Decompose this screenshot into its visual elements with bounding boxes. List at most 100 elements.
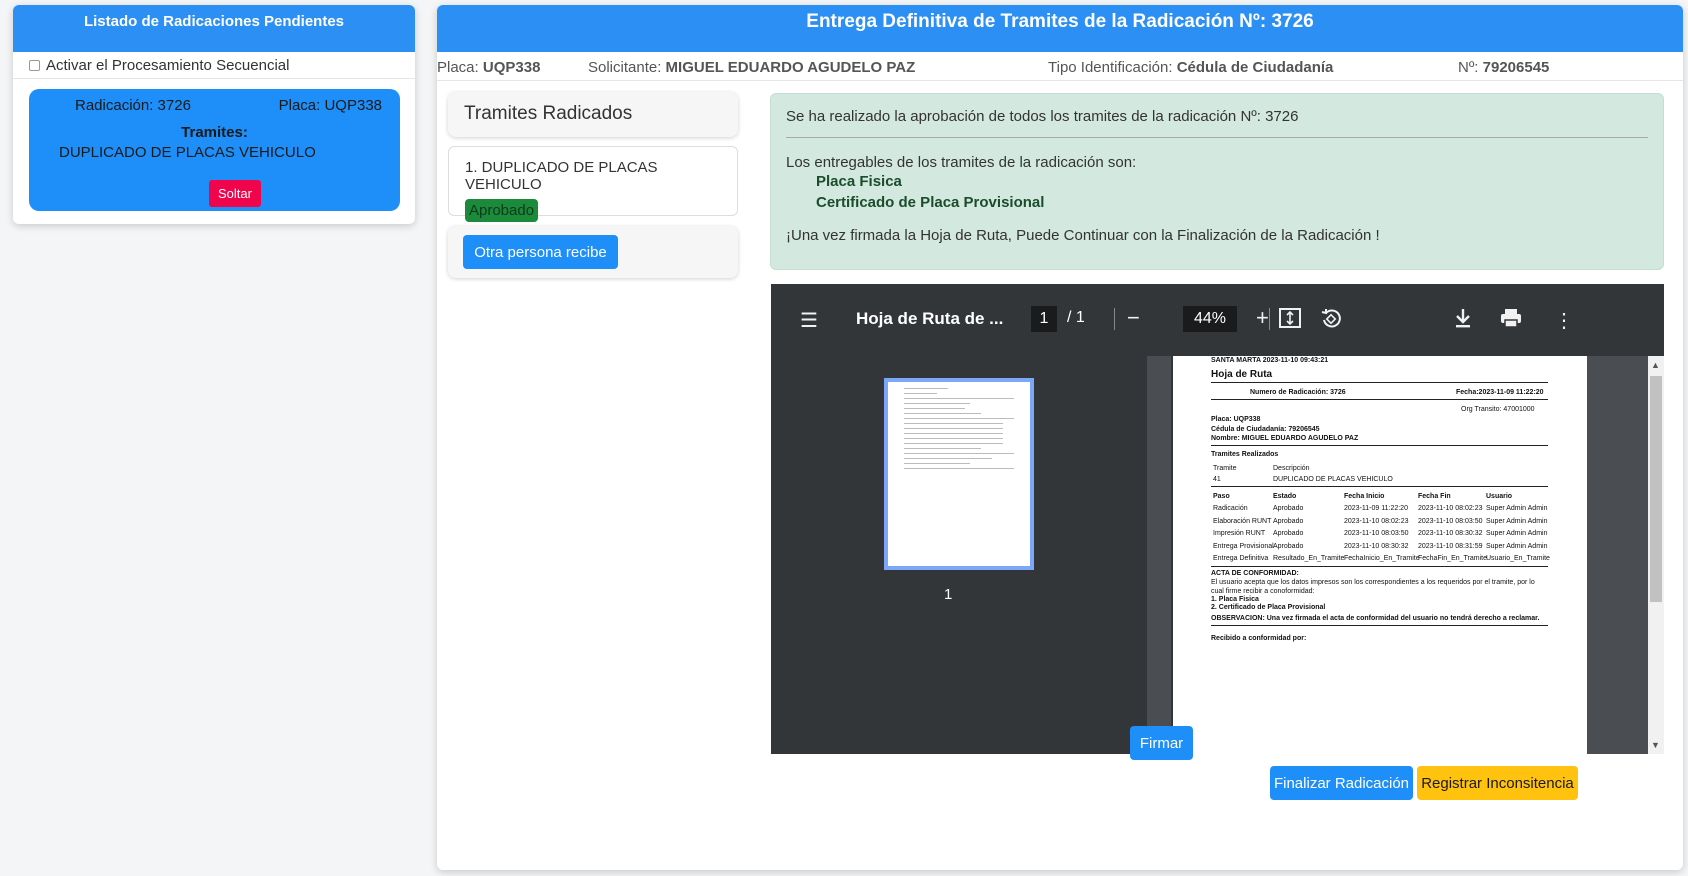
doc-recibido: Recibido a conformidad por:: [1211, 635, 1307, 642]
doc-table-cell: 2023-11-10 08:02:23: [1418, 505, 1483, 512]
doc-table-cell: Resultado_En_Tramite: [1273, 555, 1345, 563]
doc-tramites-realizados: Tramites Realizados: [1211, 451, 1279, 458]
doc-table-cell: 2023-11-10 08:30:32: [1344, 542, 1409, 550]
page-thumbnail[interactable]: [884, 378, 1034, 570]
alert-approval-text: Se ha realizado la aprobación de todos l…: [786, 108, 1299, 125]
pdf-viewer: ☰ Hoja de Ruta de ... 1 / 1 − 44% + ⋮ 1 …: [771, 284, 1664, 754]
doc-th-desc: Descripción: [1273, 465, 1310, 472]
doc-table-cell: Radicación: [1213, 505, 1248, 512]
tramite-list-item: 1. DUPLICADO DE PLACAS VEHICULO Aprobado: [448, 146, 738, 222]
doc-acta1: El usuario acepta que los datos impresos…: [1211, 579, 1535, 586]
doc-table-cell: Aprobado: [1273, 517, 1304, 525]
toolbar-separator: [1269, 308, 1270, 330]
firmar-button[interactable]: Firmar: [1130, 726, 1193, 760]
doc-org: Org Transito: 47001000: [1461, 406, 1535, 413]
toolbar-separator: [1114, 308, 1115, 330]
tramites-radicados-header: Tramites Radicados: [448, 92, 738, 137]
scroll-up-icon[interactable]: ▲: [1651, 360, 1660, 370]
download-icon[interactable]: [1454, 308, 1472, 334]
doc-observacion: OBSERVACION: Una vez firmada el acta de …: [1211, 615, 1540, 622]
doc-acta2: cual firme recibir a conoformidad:: [1211, 588, 1315, 595]
doc-th-tramite: Tramite: [1213, 465, 1237, 472]
doc-table-cell: Aprobado: [1273, 505, 1304, 512]
doc-table-cell: 2023-11-10 08:03:50: [1344, 530, 1409, 538]
doc-acta4: 2. Certificado de Placa Provisional: [1211, 604, 1326, 611]
doc-tr-desc: DUPLICADO DE PLACAS VEHICULO: [1273, 476, 1393, 483]
doc-col-header: Paso: [1213, 493, 1230, 500]
doc-cedula: Cédula de Ciudadanía: 79206545: [1211, 426, 1320, 433]
alert-deliverables-text: Los entregables de los tramites de la ra…: [786, 154, 1137, 171]
doc-table-cell: Aprobado: [1273, 530, 1304, 538]
doc-header: SANTA MARTA 2023-11-10 09:43:21: [1211, 357, 1329, 364]
doc-table-cell: Elaboración RUNT: [1213, 517, 1272, 525]
pending-list-panel: Listado de Radicaciones Pendientes Activ…: [13, 5, 415, 224]
doc-table-cell: Super Admin Admin: [1486, 542, 1548, 550]
pdf-page: SANTA MARTA 2023-11-10 09:43:21 Hoja de …: [1173, 356, 1587, 754]
doc-fecha: Fecha:2023-11-09 11:22:20: [1456, 389, 1544, 396]
pdf-toolbar: ☰ Hoja de Ruta de ... 1 / 1 − 44% + ⋮: [771, 284, 1664, 356]
registrar-inconsistencia-button[interactable]: Registrar Inconsitencia: [1417, 766, 1578, 800]
doc-table-cell: Super Admin Admin: [1486, 517, 1548, 525]
card-tramites-label: Tramites:: [181, 124, 248, 141]
doc-table-cell: 2023-11-09 11:22:20: [1344, 505, 1408, 512]
doc-num-rad: Numero de Radicación: 3726: [1250, 389, 1346, 396]
card-radicacion: Radicación: 3726: [75, 97, 191, 114]
sequential-label: Activar el Procesamiento Secuencial: [46, 56, 290, 74]
pdf-thumbnail-sidebar: 1: [771, 356, 1147, 754]
doc-table-cell: Aprobado: [1273, 542, 1304, 550]
alert-divider: [786, 137, 1648, 138]
scrollbar-thumb[interactable]: [1650, 376, 1662, 602]
card-tramite: DUPLICADO DE PLACAS VEHICULO: [59, 144, 316, 161]
page-number-input[interactable]: 1: [1031, 306, 1057, 332]
page-total: / 1: [1067, 309, 1085, 326]
doc-table-cell: Super Admin Admin: [1486, 505, 1548, 512]
doc-table-cell: 2023-11-10 08:02:23: [1344, 517, 1409, 525]
doc-table-cell: Entrega Definitiva: [1213, 555, 1269, 563]
zoom-in-icon[interactable]: +: [1256, 305, 1269, 331]
doc-table-cell: 2023-11-10 08:30:32: [1418, 530, 1483, 538]
scroll-down-icon[interactable]: ▼: [1651, 740, 1660, 750]
status-badge: Aprobado: [465, 199, 539, 222]
deliverable-placa-fisica: Placa Fisica: [816, 173, 902, 190]
otra-persona-container: Otra persona recibe: [448, 226, 738, 278]
doc-tr-code: 41: [1213, 476, 1221, 483]
doc-title: Hoja de Ruta: [1211, 369, 1273, 380]
more-options-icon[interactable]: ⋮: [1554, 308, 1574, 333]
approval-alert: Se ha realizado la aprobación de todos l…: [770, 93, 1664, 270]
pdf-title: Hoja de Ruta de ...: [856, 309, 1004, 328]
doc-col-header: Fecha Fin: [1418, 493, 1451, 500]
doc-table-cell: Super Admin Admin: [1486, 530, 1548, 538]
zoom-level[interactable]: 44%: [1183, 306, 1237, 332]
doc-table-cell: FechaFin_En_Tramite: [1418, 555, 1487, 563]
sequential-processing-toggle[interactable]: Activar el Procesamiento Secuencial: [13, 52, 415, 79]
doc-table-cell: 2023-11-10 08:31:59: [1418, 542, 1483, 550]
thumbnail-page-number: 1: [944, 586, 953, 603]
thumbnail-content: [904, 388, 1014, 473]
doc-placa: Placa: UQP338: [1211, 416, 1261, 423]
doc-table-cell: FechaInicio_En_Tramite: [1344, 555, 1420, 563]
doc-acta: ACTA DE CONFORMIDAD:: [1211, 570, 1299, 577]
menu-icon[interactable]: ☰: [800, 308, 818, 333]
radicacion-card[interactable]: Radicación: 3726 Placa: UQP338 Tramites:…: [29, 89, 400, 211]
otra-persona-button[interactable]: Otra persona recibe: [463, 235, 618, 269]
info-tipo-identificacion: Tipo Identificación: Cédula de Ciudadaní…: [1048, 59, 1334, 76]
pdf-gutter: [1147, 356, 1171, 754]
main-panel: Entrega Definitiva de Tramites de la Rad…: [437, 5, 1683, 870]
alert-continue-text: ¡Una vez firmada la Hoja de Ruta, Puede …: [786, 227, 1380, 244]
finalizar-radicacion-button[interactable]: Finalizar Radicación: [1270, 766, 1413, 800]
doc-col-header: Usuario: [1486, 493, 1513, 500]
rotate-icon[interactable]: [1320, 308, 1342, 336]
tramite-item-label: 1. DUPLICADO DE PLACAS VEHICULO: [465, 159, 658, 193]
zoom-out-icon[interactable]: −: [1127, 305, 1140, 331]
soltar-button[interactable]: Soltar: [209, 180, 261, 207]
card-placa: Placa: UQP338: [278, 97, 382, 114]
applicant-info-row: Placa: UQP338 Solicitante: MIGUEL EDUARD…: [437, 55, 1683, 81]
pdf-scrollbar[interactable]: ▲ ▼: [1648, 356, 1664, 754]
doc-table-cell: Impresión RUNT: [1213, 530, 1266, 538]
pending-list-title: Listado de Radicaciones Pendientes: [13, 5, 415, 52]
info-numero: Nº: 79206545: [1458, 59, 1550, 76]
fit-page-icon[interactable]: [1279, 308, 1301, 334]
sequential-checkbox[interactable]: [29, 59, 40, 71]
doc-acta3: 1. Placa Fisica: [1211, 596, 1259, 603]
print-icon[interactable]: [1500, 308, 1522, 334]
